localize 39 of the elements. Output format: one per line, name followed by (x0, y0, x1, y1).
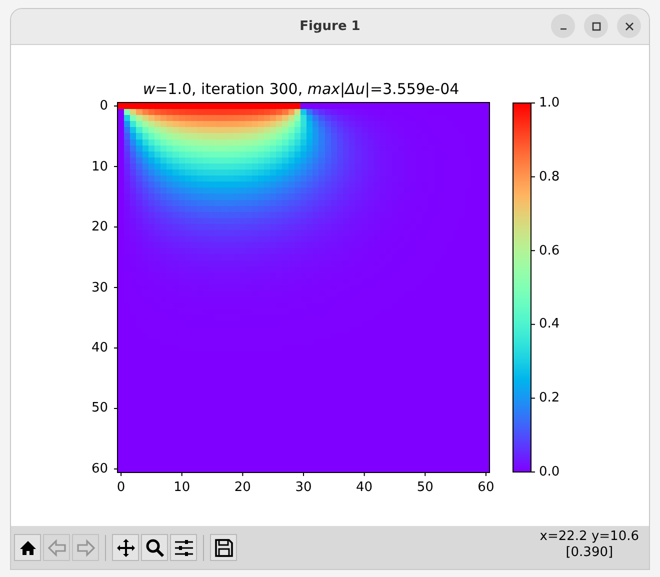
save-icon (212, 536, 234, 558)
home-button[interactable] (14, 534, 41, 561)
maximize-icon (592, 22, 600, 30)
maximize-button[interactable] (584, 14, 608, 38)
save-button[interactable] (210, 534, 237, 561)
colorbar-tick-label: 0.4 (539, 316, 560, 332)
y-tick-label: 40 (91, 340, 108, 356)
move-icon (114, 536, 136, 558)
y-tick-label: 60 (91, 461, 108, 476)
window-title: Figure 1 (300, 18, 360, 36)
x-tick-label: 20 (234, 480, 251, 495)
colorbar-tick-label: 0.0 (539, 464, 560, 480)
plot-title: w=1.0, iteration 300, max|Δu|=3.559e-04 (142, 79, 460, 100)
pan-button[interactable] (112, 534, 139, 561)
search-icon (144, 536, 166, 558)
x-tick-label: 30 (295, 480, 312, 495)
zoom-button[interactable] (141, 534, 168, 561)
close-icon (624, 22, 634, 30)
cursor-readout: x=22.2 y=10.6 (540, 529, 639, 545)
x-tick-label: 40 (356, 480, 373, 495)
configure-button[interactable] (170, 534, 197, 561)
left-arrow-icon (46, 536, 68, 558)
y-tick-label: 0 (100, 98, 108, 114)
colorbar-tick-label: 0.2 (539, 390, 560, 406)
x-tick-label: 60 (478, 480, 494, 495)
x-tick-label: 0 (116, 480, 126, 495)
colorbar-tick-label: 0.8 (539, 169, 560, 184)
y-tick-label: 20 (91, 220, 108, 234)
y-tick-label: 50 (91, 400, 108, 416)
y-tick-label: 10 (91, 159, 108, 174)
minimize-icon (560, 28, 566, 30)
cursor-readout: [0.390] (566, 545, 614, 561)
x-tick-label: 50 (416, 480, 434, 495)
colorbar-tick-label: 0.6 (539, 243, 560, 258)
right-arrow-icon (74, 536, 96, 558)
colorbar-tick-label: 1.0 (539, 96, 560, 110)
y-tick-label: 30 (91, 280, 108, 295)
close-button[interactable] (617, 14, 641, 38)
x-tick-label: 10 (174, 480, 190, 495)
